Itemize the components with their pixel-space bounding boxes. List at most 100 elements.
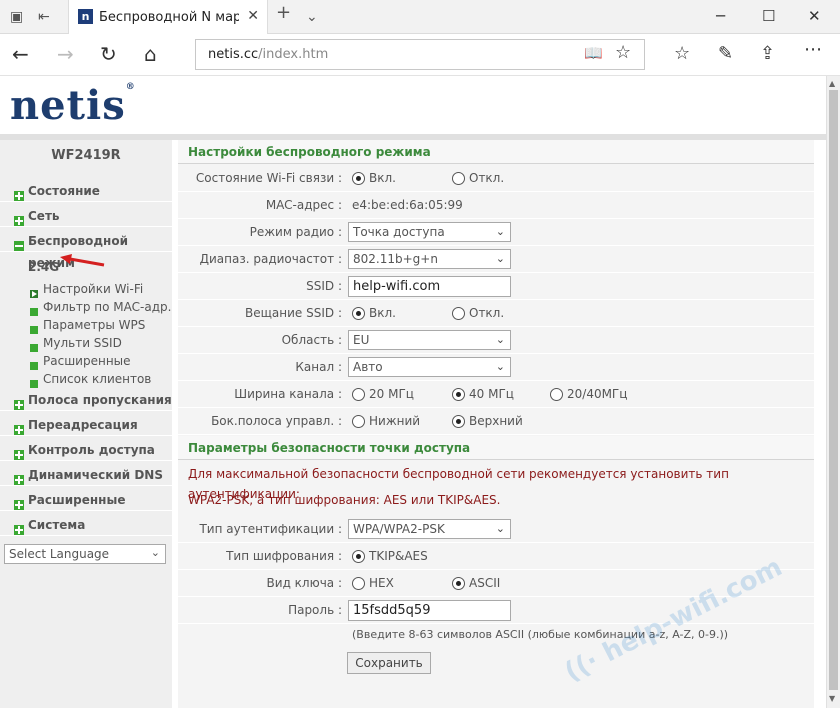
radio-label: ASCII — [469, 576, 501, 590]
radio-label: Откл. — [469, 171, 505, 185]
radio-empty-icon — [352, 415, 365, 428]
region-select[interactable]: EU ⌄ — [348, 330, 511, 350]
menu-wireless[interactable]: Беспроводной режим — [0, 230, 172, 270]
radio-empty-icon — [352, 577, 365, 590]
key-hex-radio[interactable]: HEX — [352, 570, 394, 597]
menu-forwarding[interactable]: Переадресация — [0, 414, 172, 436]
radio-label: Верхний — [469, 414, 523, 428]
model-name: WF2419R — [51, 148, 121, 163]
chevron-down-icon: ⌄ — [495, 360, 505, 373]
width-20-radio[interactable]: 20 МГц — [352, 381, 414, 408]
radio-selected-icon — [352, 550, 365, 563]
broadcast-on-radio[interactable]: Вкл. — [352, 300, 396, 327]
menu-status[interactable]: Состояние — [0, 180, 172, 202]
scrollbar-thumb[interactable] — [829, 90, 838, 690]
wifi-on-radio[interactable]: Вкл. — [352, 165, 396, 192]
row-sideband: Бок.полоса управл. : Нижний Верхний — [178, 408, 814, 435]
submenu-wps[interactable]: Параметры WPS — [30, 316, 145, 334]
scroll-down-icon[interactable]: ▼ — [829, 694, 835, 703]
radio-label: 40 МГц — [469, 387, 514, 401]
address-host: netis.cc — [208, 47, 259, 62]
tabs-aside-icon[interactable]: ⇤ — [38, 9, 50, 25]
radio-mode-label: Режим радио : — [249, 225, 342, 239]
channel-width-label: Ширина канала : — [234, 387, 342, 401]
red-arrow-icon — [60, 254, 105, 267]
menu-label: Полоса пропускания — [28, 393, 172, 407]
sideband-lower-radio[interactable]: Нижний — [352, 408, 420, 435]
close-window-icon[interactable]: ✕ — [808, 7, 821, 25]
submenu-wifi-settings[interactable]: Настройки Wi-Fi — [30, 280, 143, 298]
radio-label: 20 МГц — [369, 387, 414, 401]
submenu-multi-ssid[interactable]: Мульти SSID — [30, 334, 122, 352]
more-menu-icon[interactable]: ⋯ — [804, 38, 822, 62]
favorites-hub-icon[interactable]: ☆ — [674, 42, 690, 66]
menu-label: Переадресация — [28, 418, 138, 432]
vertical-scrollbar[interactable]: ▲ ▼ — [826, 76, 840, 708]
language-select[interactable]: Select Language ⌄ — [4, 544, 166, 564]
submenu-client-list[interactable]: Список клиентов — [30, 370, 151, 388]
menu-bandwidth[interactable]: Полоса пропускания — [0, 389, 172, 411]
menu-advanced[interactable]: Расширенные — [0, 489, 172, 511]
share-icon[interactable]: ⇪ — [760, 42, 775, 66]
submenu-label: Настройки Wi-Fi — [43, 282, 144, 296]
minimize-icon[interactable]: ─ — [716, 7, 725, 25]
auth-select[interactable]: WPA/WPA2-PSK ⌄ — [348, 519, 511, 539]
refresh-icon[interactable]: ↻ — [100, 42, 117, 66]
reading-view-icon[interactable]: 📖 — [584, 44, 603, 62]
channel-select[interactable]: Авто ⌄ — [348, 357, 511, 377]
favorite-star-icon[interactable]: ☆ — [615, 42, 631, 63]
menu-ddns[interactable]: Динамический DNS — [0, 464, 172, 486]
bullet-square-icon — [30, 303, 38, 316]
band-select[interactable]: 802.11b+g+n ⌄ — [348, 249, 511, 269]
submenu-label: Список клиентов — [43, 372, 152, 386]
radio-label: Вкл. — [369, 171, 396, 185]
menu-network[interactable]: Сеть — [0, 205, 172, 227]
row-mac: MAC-адрес : e4:be:ed:6a:05:99 — [178, 192, 814, 219]
home-icon[interactable]: ⌂ — [144, 42, 157, 66]
row-encryption: Тип шифрования : TKIP&AES — [178, 543, 814, 570]
maximize-icon[interactable]: ☐ — [762, 7, 775, 25]
browser-tab[interactable]: n Беспроводной N маршрут ✕ — [68, 0, 268, 34]
ssid-input[interactable]: help-wifi.com — [348, 276, 511, 297]
plus-square-icon — [14, 186, 24, 201]
broadcast-off-radio[interactable]: Откл. — [452, 300, 504, 327]
tab-list-chevron-icon[interactable]: ⌄ — [306, 9, 318, 25]
row-region: Область : EU ⌄ — [178, 327, 814, 354]
radio-selected-icon — [452, 415, 465, 428]
menu-access-control[interactable]: Контроль доступа — [0, 439, 172, 461]
new-tab-icon[interactable]: + — [276, 4, 291, 22]
forward-arrow-icon[interactable]: → — [57, 42, 74, 66]
tab-preview-icon[interactable]: ▣ — [10, 9, 23, 25]
radio-label: Вкл. — [369, 306, 396, 320]
encryption-label: Тип шифрования : — [226, 549, 342, 563]
menu-system[interactable]: Система — [0, 514, 172, 536]
play-arrow-icon — [30, 285, 38, 298]
wifi-off-radio[interactable]: Откл. — [452, 165, 504, 192]
close-tab-icon[interactable]: ✕ — [247, 8, 259, 24]
width-2040-radio[interactable]: 20/40МГц — [550, 381, 627, 408]
mac-label: MAC-адрес : — [265, 198, 342, 212]
password-input[interactable]: 15fsdd5q59 — [348, 600, 511, 621]
row-band: Диапаз. радиочастот : 802.11b+g+n ⌄ — [178, 246, 814, 273]
sideband-upper-radio[interactable]: Верхний — [452, 408, 523, 435]
submenu-advanced[interactable]: Расширенные — [30, 352, 131, 370]
scroll-up-icon[interactable]: ▲ — [829, 79, 835, 88]
plus-square-icon — [14, 420, 24, 435]
menu-label: Контроль доступа — [28, 443, 155, 457]
tkip-aes-radio[interactable]: TKIP&AES — [352, 543, 428, 570]
submenu-label: Фильтр по MAC-адр. — [43, 300, 172, 314]
select-value: WPA/WPA2-PSK — [353, 522, 445, 536]
radio-empty-icon — [352, 388, 365, 401]
band-2-4g-label[interactable]: 2.4G — [28, 260, 59, 274]
save-button[interactable]: Сохранить — [347, 652, 431, 674]
address-bar[interactable]: netis.cc/index.htm 📖 ☆ — [195, 39, 645, 70]
submenu-mac-filter[interactable]: Фильтр по MAC-адр. — [30, 298, 171, 316]
radio-mode-select[interactable]: Точка доступа ⌄ — [348, 222, 511, 242]
key-ascii-radio[interactable]: ASCII — [452, 570, 500, 597]
chevron-down-icon: ⌄ — [495, 333, 505, 346]
sideband-label: Бок.полоса управл. : — [211, 414, 342, 428]
back-arrow-icon[interactable]: ← — [12, 42, 29, 66]
width-40-radio[interactable]: 40 МГц — [452, 381, 514, 408]
address-text: netis.cc/index.htm — [208, 47, 328, 62]
web-note-pen-icon[interactable]: ✎ — [718, 42, 733, 66]
